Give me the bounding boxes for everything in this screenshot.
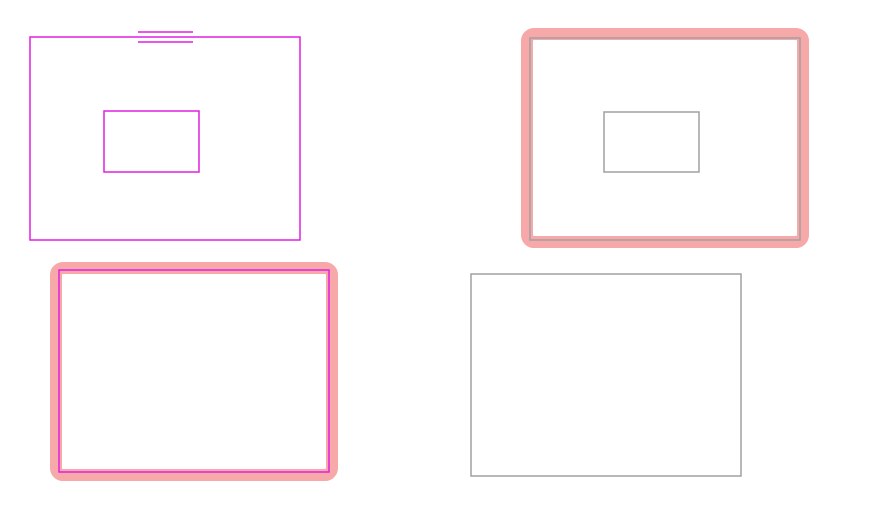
rect-c-outer[interactable] — [58, 269, 330, 473]
rect-b-inner[interactable] — [603, 111, 700, 173]
rect-c-selection-highlight — [50, 262, 338, 481]
rect-a-group[interactable] — [29, 31, 301, 241]
rect-a-outer[interactable] — [29, 36, 301, 241]
rect-b-outer[interactable] — [529, 37, 801, 241]
rect-b-group[interactable] — [521, 28, 809, 248]
rect-c-group[interactable] — [50, 262, 338, 481]
diagram-svg — [29, 28, 809, 481]
rect-b-selection-highlight — [521, 28, 809, 248]
rect-d-group[interactable] — [470, 273, 742, 477]
rect-a-inner[interactable] — [103, 110, 200, 173]
rect-d-outer[interactable] — [470, 273, 742, 477]
diagram-canvas — [0, 0, 871, 510]
